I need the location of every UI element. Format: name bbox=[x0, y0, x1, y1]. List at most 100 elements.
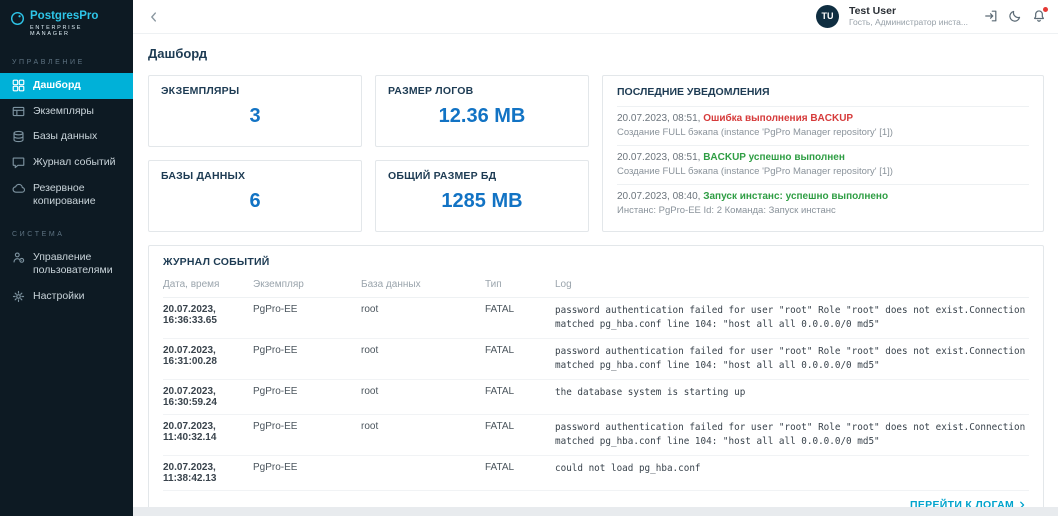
avatar[interactable]: TU bbox=[816, 5, 839, 28]
cell-datetime: 20.07.2023, 11:38:42.13 bbox=[163, 462, 247, 484]
content: Дашборд ЭКЗЕМПЛЯРЫ 3 РАЗМЕР ЛОГОВ 12.36 … bbox=[133, 34, 1058, 507]
stat-value: 3 bbox=[161, 105, 349, 128]
stat-value: 12.36 MB bbox=[388, 105, 576, 128]
stat-card-log-size: РАЗМЕР ЛОГОВ 12.36 MB bbox=[375, 75, 589, 147]
sidebar-item-settings[interactable]: Настройки bbox=[0, 284, 133, 310]
notification-time: 20.07.2023, 08:51, bbox=[617, 152, 700, 163]
dashboard-icon bbox=[12, 79, 25, 92]
cell-database: root bbox=[361, 345, 479, 373]
table-row[interactable]: 20.07.2023, 16:36:33.65 PgPro-EE root FA… bbox=[163, 298, 1029, 339]
cell-database: root bbox=[361, 386, 479, 408]
notification-item[interactable]: 20.07.2023, 08:51, Ошибка выполнения BAC… bbox=[617, 107, 1029, 146]
back-icon[interactable] bbox=[147, 10, 161, 24]
sidebar-item-label: Дашборд bbox=[33, 79, 81, 93]
notifications-title: ПОСЛЕДНИЕ УВЕДОМЛЕНИЯ bbox=[617, 86, 1029, 107]
sidebar-item-user-management[interactable]: Управление пользователями bbox=[0, 245, 133, 284]
brand-block: PostgresPro ENTERPRISE MANAGER bbox=[0, 0, 133, 43]
cell-type: FATAL bbox=[485, 304, 549, 332]
cell-datetime: 20.07.2023, 11:40:32.14 bbox=[163, 421, 247, 449]
notifications-bell-icon[interactable] bbox=[1032, 9, 1046, 23]
event-log-icon bbox=[12, 156, 25, 169]
notification-item[interactable]: 20.07.2023, 08:51, BACKUP успешно выполн… bbox=[617, 146, 1029, 185]
notification-status: BACKUP успешно выполнен bbox=[703, 152, 845, 163]
go-to-logs-link[interactable]: ПЕРЕЙТИ К ЛОГАМ bbox=[910, 499, 1027, 507]
cell-type: FATAL bbox=[485, 386, 549, 408]
databases-icon bbox=[12, 130, 25, 143]
stat-value: 6 bbox=[161, 190, 349, 213]
sidebar-item-label: Журнал событий bbox=[33, 156, 116, 170]
cell-type: FATAL bbox=[485, 421, 549, 449]
sidebar-item-instances[interactable]: Экземпляры bbox=[0, 99, 133, 125]
instances-icon bbox=[12, 105, 25, 118]
cell-instance: PgPro-EE bbox=[253, 462, 355, 484]
sidebar-item-event-log[interactable]: Журнал событий bbox=[0, 150, 133, 176]
column-header-instance: Экземпляр bbox=[253, 279, 355, 290]
page-title: Дашборд bbox=[148, 46, 1044, 61]
sidebar-item-backup[interactable]: Резервное копирование bbox=[0, 176, 133, 215]
settings-icon bbox=[12, 290, 25, 303]
go-to-logs-label: ПЕРЕЙТИ К ЛОГАМ bbox=[910, 499, 1014, 507]
table-row[interactable]: 20.07.2023, 16:30:59.24 PgPro-EE root FA… bbox=[163, 380, 1029, 415]
cell-log: the database system is starting up bbox=[555, 386, 1029, 408]
brand-name: PostgresPro bbox=[30, 10, 125, 22]
sidebar-item-label: Управление пользователями bbox=[33, 251, 125, 278]
sidebar-item-label: Резервное копирование bbox=[33, 182, 125, 209]
stat-value: 1285 MB bbox=[388, 190, 576, 213]
notification-detail: Инстанс: PgPro-EE Id: 2 Команда: Запуск … bbox=[617, 205, 1029, 216]
sidebar-item-databases[interactable]: Базы данных bbox=[0, 124, 133, 150]
cell-instance: PgPro-EE bbox=[253, 304, 355, 332]
users-icon bbox=[12, 251, 25, 264]
stat-label: РАЗМЕР ЛОГОВ bbox=[388, 85, 576, 97]
stat-label: БАЗЫ ДАННЫХ bbox=[161, 170, 349, 182]
event-log-title: ЖУРНАЛ СОБЫТИЙ bbox=[163, 256, 1029, 268]
event-log-panel: ЖУРНАЛ СОБЫТИЙ Дата, время Экземпляр Баз… bbox=[148, 245, 1044, 507]
sidebar-item-label: Базы данных bbox=[33, 130, 97, 144]
notification-badge bbox=[1043, 7, 1048, 12]
stat-card-total-db-size: ОБЩИЙ РАЗМЕР БД 1285 MB bbox=[375, 160, 589, 232]
stat-label: ОБЩИЙ РАЗМЕР БД bbox=[388, 170, 576, 182]
notification-detail: Создание FULL бэкапа (instance 'PgPro Ma… bbox=[617, 127, 1029, 138]
sidebar-item-label: Настройки bbox=[33, 290, 85, 304]
user-role: Гость, Администратор инста... bbox=[849, 17, 968, 28]
cell-log: password authentication failed for user … bbox=[555, 421, 1029, 449]
cell-type: FATAL bbox=[485, 345, 549, 373]
notification-status: Ошибка выполнения BACKUP bbox=[703, 113, 853, 124]
sidebar-item-label: Экземпляры bbox=[33, 105, 94, 119]
column-header-log: Log bbox=[555, 279, 1029, 290]
cell-log: password authentication failed for user … bbox=[555, 304, 1029, 332]
notification-detail: Создание FULL бэкапа (instance 'PgPro Ma… bbox=[617, 166, 1029, 177]
sidebar-section-system: СИСТЕМА bbox=[0, 215, 133, 245]
main-area: TU Test User Гость, Администратор инста.… bbox=[133, 0, 1058, 516]
cell-datetime: 20.07.2023, 16:36:33.65 bbox=[163, 304, 247, 332]
table-row[interactable]: 20.07.2023, 11:38:42.13 PgPro-EE FATAL c… bbox=[163, 456, 1029, 491]
sidebar-section-management: УПРАВЛЕНИЕ bbox=[0, 43, 133, 73]
column-header-type: Тип bbox=[485, 279, 549, 290]
logout-icon[interactable] bbox=[984, 9, 998, 23]
event-log-table-header: Дата, время Экземпляр База данных Тип Lo… bbox=[163, 276, 1029, 298]
cell-datetime: 20.07.2023, 16:30:59.24 bbox=[163, 386, 247, 408]
sidebar-item-dashboard[interactable]: Дашборд bbox=[0, 73, 133, 99]
postgrespro-logo-icon bbox=[10, 11, 25, 26]
cell-database: root bbox=[361, 304, 479, 332]
cell-database bbox=[361, 462, 479, 484]
cell-instance: PgPro-EE bbox=[253, 421, 355, 449]
sidebar: PostgresPro ENTERPRISE MANAGER УПРАВЛЕНИ… bbox=[0, 0, 133, 516]
top-bar: TU Test User Гость, Администратор инста.… bbox=[133, 0, 1058, 34]
stat-cards: ЭКЗЕМПЛЯРЫ 3 РАЗМЕР ЛОГОВ 12.36 MB ПОСЛЕ… bbox=[148, 75, 1044, 232]
table-row[interactable]: 20.07.2023, 16:31:00.28 PgPro-EE root FA… bbox=[163, 339, 1029, 380]
table-row[interactable]: 20.07.2023, 11:40:32.14 PgPro-EE root FA… bbox=[163, 415, 1029, 456]
notification-time: 20.07.2023, 08:51, bbox=[617, 113, 700, 124]
chevron-right-icon bbox=[1017, 500, 1027, 507]
cell-log: password authentication failed for user … bbox=[555, 345, 1029, 373]
notification-item[interactable]: 20.07.2023, 08:40, Запуск инстанс: успеш… bbox=[617, 185, 1029, 223]
cell-datetime: 20.07.2023, 16:31:00.28 bbox=[163, 345, 247, 373]
dark-mode-moon-icon[interactable] bbox=[1008, 9, 1022, 23]
user-name: Test User bbox=[849, 5, 968, 18]
backup-icon bbox=[12, 182, 25, 195]
cell-log: could not load pg_hba.conf bbox=[555, 462, 1029, 484]
cell-instance: PgPro-EE bbox=[253, 386, 355, 408]
cell-instance: PgPro-EE bbox=[253, 345, 355, 373]
user-menu[interactable]: TU Test User Гость, Администратор инста.… bbox=[816, 5, 1046, 29]
notification-time: 20.07.2023, 08:40, bbox=[617, 191, 700, 202]
cell-type: FATAL bbox=[485, 462, 549, 484]
